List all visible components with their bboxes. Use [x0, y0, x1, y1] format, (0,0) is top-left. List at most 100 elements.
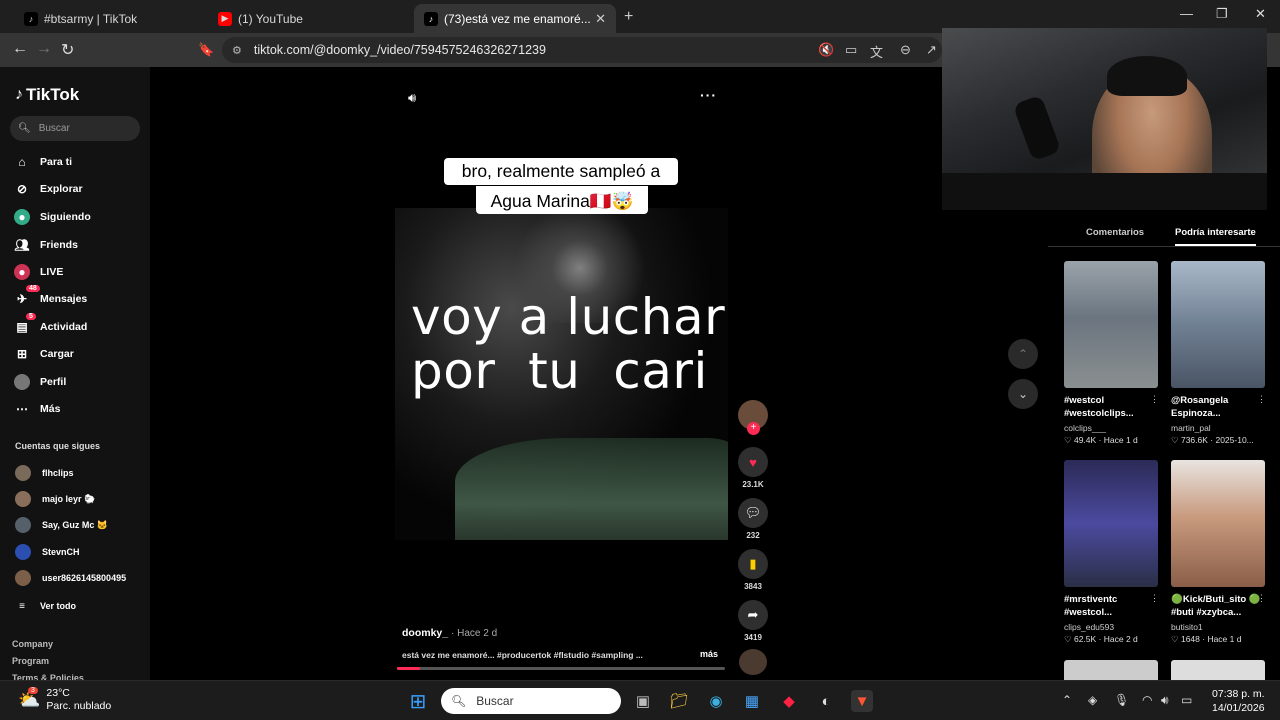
app-generic-icon[interactable]: ◐: [815, 690, 837, 712]
browser-window: ♪ #btsarmy | TikTok ▶ (1) YouTube ♪ (73)…: [0, 0, 1280, 683]
battery-icon[interactable]: ▭: [1181, 693, 1192, 707]
mute-site-icon[interactable]: 🔇: [818, 42, 834, 58]
new-tab-button[interactable]: +: [624, 8, 633, 26]
zoom-icon[interactable]: ⊖: [900, 42, 911, 58]
maximize-icon[interactable]: ❐: [1216, 6, 1228, 22]
edge-icon[interactable]: ◉: [705, 690, 727, 712]
avatar: [15, 544, 31, 560]
more-options-icon[interactable]: ⋮: [1257, 394, 1266, 405]
footer-link-program[interactable]: Program: [12, 656, 49, 666]
close-window-icon[interactable]: ✕: [1255, 6, 1266, 22]
nav-cargar[interactable]: ⊞ Cargar: [14, 346, 74, 362]
share-icon[interactable]: ↗: [926, 42, 937, 58]
app-tray-icon[interactable]: ◈: [1088, 693, 1097, 707]
clock-date: 14/01/2026: [1212, 702, 1265, 714]
tab-tiktok-btsarmy[interactable]: ♪ #btsarmy | TikTok: [14, 4, 214, 33]
nav-actividad[interactable]: ▤ 5 Actividad: [14, 313, 87, 335]
brave-icon[interactable]: ▼: [851, 690, 873, 712]
nav-mas[interactable]: ⋯ Más: [14, 401, 60, 417]
site-info-icon[interactable]: ⚙: [232, 44, 242, 57]
more-description-link[interactable]: más: [700, 649, 718, 659]
recommended-video-card[interactable]: @Rosangela Espinoza... martin_pal ♡ 736.…: [1171, 261, 1266, 446]
follow-plus-icon[interactable]: +: [747, 422, 760, 435]
back-icon[interactable]: ←: [12, 40, 28, 58]
minimize-icon[interactable]: —: [1180, 6, 1193, 21]
chevron-up-icon[interactable]: ⌃: [1062, 693, 1072, 707]
more-options-icon[interactable]: ⋮: [1150, 593, 1159, 604]
nav-friends[interactable]: 👥︎ Friends: [14, 237, 78, 253]
sound-disc-icon[interactable]: [739, 649, 767, 675]
microphone-icon[interactable]: 🎙︎: [1114, 693, 1129, 707]
following-account[interactable]: user8626145800495: [15, 570, 126, 586]
account-name: flhclips: [42, 468, 74, 478]
recommendations-panel: Comentarios Podría interesarte #westcol …: [1048, 215, 1280, 680]
volume-icon[interactable]: 🔊︎: [408, 90, 416, 106]
video-thumbnail[interactable]: [1064, 660, 1158, 680]
streamer-hair: [1107, 56, 1187, 96]
system-clock[interactable]: 07:38 p. m. 14/01/2026: [1212, 687, 1265, 715]
video-thumbnail[interactable]: [1171, 660, 1265, 680]
reload-icon[interactable]: ↻: [61, 40, 74, 60]
see-all-link[interactable]: ≡ Ver todo: [14, 598, 76, 614]
tiktok-icon: ♪: [424, 11, 438, 26]
nav-para-ti[interactable]: ⌂ Para ti: [14, 154, 72, 170]
youtube-icon: ▶: [218, 11, 232, 26]
file-explorer-icon[interactable]: 📁︎: [668, 690, 690, 712]
nav-live[interactable]: ● LIVE: [14, 264, 63, 280]
more-options-icon[interactable]: ⋮: [1257, 593, 1266, 604]
wifi-icon[interactable]: ◠: [1142, 693, 1152, 707]
comment-button[interactable]: 💬︎: [738, 498, 768, 528]
avatar: [15, 570, 31, 586]
like-button[interactable]: ♥: [738, 447, 768, 477]
tab-tiktok-video[interactable]: ♪ (73)está vez me enamoré... ✕: [414, 4, 616, 33]
store-icon[interactable]: ▦: [741, 690, 763, 712]
recommended-video-card[interactable]: 🟢Kick/Buti_sito 🟢#buti #xzybca... butisi…: [1171, 460, 1266, 645]
windows-start-icon[interactable]: ⊞: [407, 690, 429, 713]
tab-youtube[interactable]: ▶ (1) YouTube: [208, 4, 408, 33]
next-video-button[interactable]: ⌄: [1008, 379, 1038, 409]
following-account[interactable]: flhclips: [15, 465, 74, 481]
more-options-icon[interactable]: ⋮: [1150, 394, 1159, 405]
share-button[interactable]: ➦: [738, 600, 768, 630]
following-account[interactable]: Say, Guz Mc 🐱: [15, 517, 108, 533]
avatar: [15, 517, 31, 533]
previous-video-button[interactable]: ⌃: [1008, 339, 1038, 369]
search-input[interactable]: 🔍︎ Buscar: [10, 116, 140, 141]
following-account[interactable]: StevnCH: [15, 544, 80, 560]
author-avatar[interactable]: +: [738, 400, 768, 435]
nav-label: Explorar: [40, 183, 83, 195]
volume-icon[interactable]: 🔊︎: [1161, 693, 1169, 708]
taskbar-search[interactable]: 🔍︎ Buscar: [441, 688, 621, 714]
nav-explorar[interactable]: ⊘ Explorar: [14, 181, 83, 197]
nav-perfil[interactable]: Perfil: [14, 374, 66, 390]
bookmark-icon[interactable]: 🔖: [198, 42, 214, 58]
close-tab-icon[interactable]: ✕: [595, 11, 606, 27]
tiktok-note-icon: ♪: [15, 86, 23, 103]
forward-icon[interactable]: →: [36, 40, 52, 58]
video-player[interactable]: voy a luchar por tu cari: [395, 208, 728, 540]
tab-podria-interesarte[interactable]: Podría interesarte: [1175, 227, 1256, 246]
nav-siguiendo[interactable]: ● Siguiendo: [14, 209, 91, 225]
tiktok-logo[interactable]: ♪ TikTok: [15, 85, 79, 105]
video-progress-bar[interactable]: [397, 667, 725, 670]
save-button[interactable]: ▮: [738, 549, 768, 579]
weather-widget[interactable]: ⛅ 3 23°C Parc. nublado: [18, 686, 111, 713]
cast-icon[interactable]: ▭: [845, 42, 857, 58]
video-caption-line1: bro, realmente sampleó a: [444, 158, 678, 185]
card-title: 🟢Kick/Buti_sito 🟢#buti #xzybca...: [1171, 594, 1261, 618]
task-view-icon[interactable]: ▣: [632, 690, 654, 712]
footer-link-company[interactable]: Company: [12, 639, 53, 649]
video-author[interactable]: doomky_ · Hace 2 d: [402, 627, 497, 639]
following-account[interactable]: majo leyr 🐑: [15, 491, 95, 507]
recommended-video-card[interactable]: #westcol #westcolclips... colclips___ ♡ …: [1064, 261, 1159, 446]
tab-comentarios[interactable]: Comentarios: [1086, 227, 1144, 238]
author-name: doomky_: [402, 627, 449, 639]
nav-mensajes[interactable]: ✈ 48 Mensajes: [14, 285, 87, 307]
app-diamond-icon[interactable]: ◆: [778, 690, 800, 712]
recommended-video-card[interactable]: #mrstiventc #westcol... clips_edu593 ♡ 6…: [1064, 460, 1159, 645]
nav-label: Cargar: [40, 348, 74, 360]
more-options-icon[interactable]: ···: [700, 87, 717, 103]
clock-time: 07:38 p. m.: [1212, 688, 1265, 700]
card-title: #mrstiventc #westcol...: [1064, 594, 1118, 618]
translate-icon[interactable]: 文: [870, 42, 883, 61]
